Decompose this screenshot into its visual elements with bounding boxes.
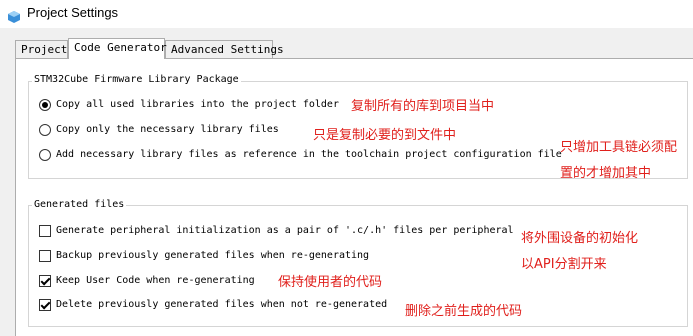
radio-add-reference[interactable] (39, 149, 51, 161)
annotation-keep-user-code: 保持使用者的代码 (278, 275, 383, 290)
option-backup-label[interactable]: Backup previously generated files when r… (56, 249, 369, 263)
tab-project[interactable]: Project (15, 40, 68, 58)
annotation-reference-line1: 只增加工具链必须配 (560, 140, 678, 155)
tab-advanced-settings[interactable]: Advanced Settings (165, 40, 284, 58)
option-copy-necessary-label[interactable]: Copy only the necessary library files (56, 123, 279, 137)
checkbox-backup[interactable] (39, 250, 51, 262)
option-keep-user-code-label[interactable]: Keep User Code when re-generating (56, 274, 255, 288)
annotation-per-peripheral-line1: 将外围设备的初始化 (521, 231, 639, 246)
option-per-peripheral-label[interactable]: Generate peripheral initialization as a … (56, 224, 514, 238)
checkbox-keep-user-code[interactable] (39, 275, 51, 287)
annotation-per-peripheral-line2: 以API分割开来 (521, 257, 607, 272)
option-add-reference-label[interactable]: Add necessary library files as reference… (56, 148, 562, 162)
annotation-delete-previous: 删除之前生成的代码 (405, 304, 523, 319)
option-delete-previous-label[interactable]: Delete previously generated files when n… (56, 298, 387, 312)
cube-icon (8, 8, 20, 23)
window-title: Project Settings (27, 5, 119, 20)
tab-code-generator[interactable]: Code Generator (68, 38, 167, 59)
annotation-copy-necessary: 只是复制必要的到文件中 (313, 128, 457, 143)
firmware-group-title: STM32Cube Firmware Library Package (32, 74, 241, 85)
checkbox-delete-previous[interactable] (39, 299, 51, 311)
checkbox-per-peripheral[interactable] (39, 225, 51, 237)
title-bar: Project Settings (0, 0, 693, 28)
radio-copy-all[interactable] (39, 99, 51, 111)
annotation-copy-all: 复制所有的库到项目当中 (351, 99, 495, 114)
annotation-reference-line2: 置的才增加其中 (560, 166, 652, 181)
generated-files-group-title: Generated files (32, 199, 127, 210)
option-copy-all-label[interactable]: Copy all used libraries into the project… (56, 98, 339, 112)
radio-copy-necessary[interactable] (39, 124, 51, 136)
